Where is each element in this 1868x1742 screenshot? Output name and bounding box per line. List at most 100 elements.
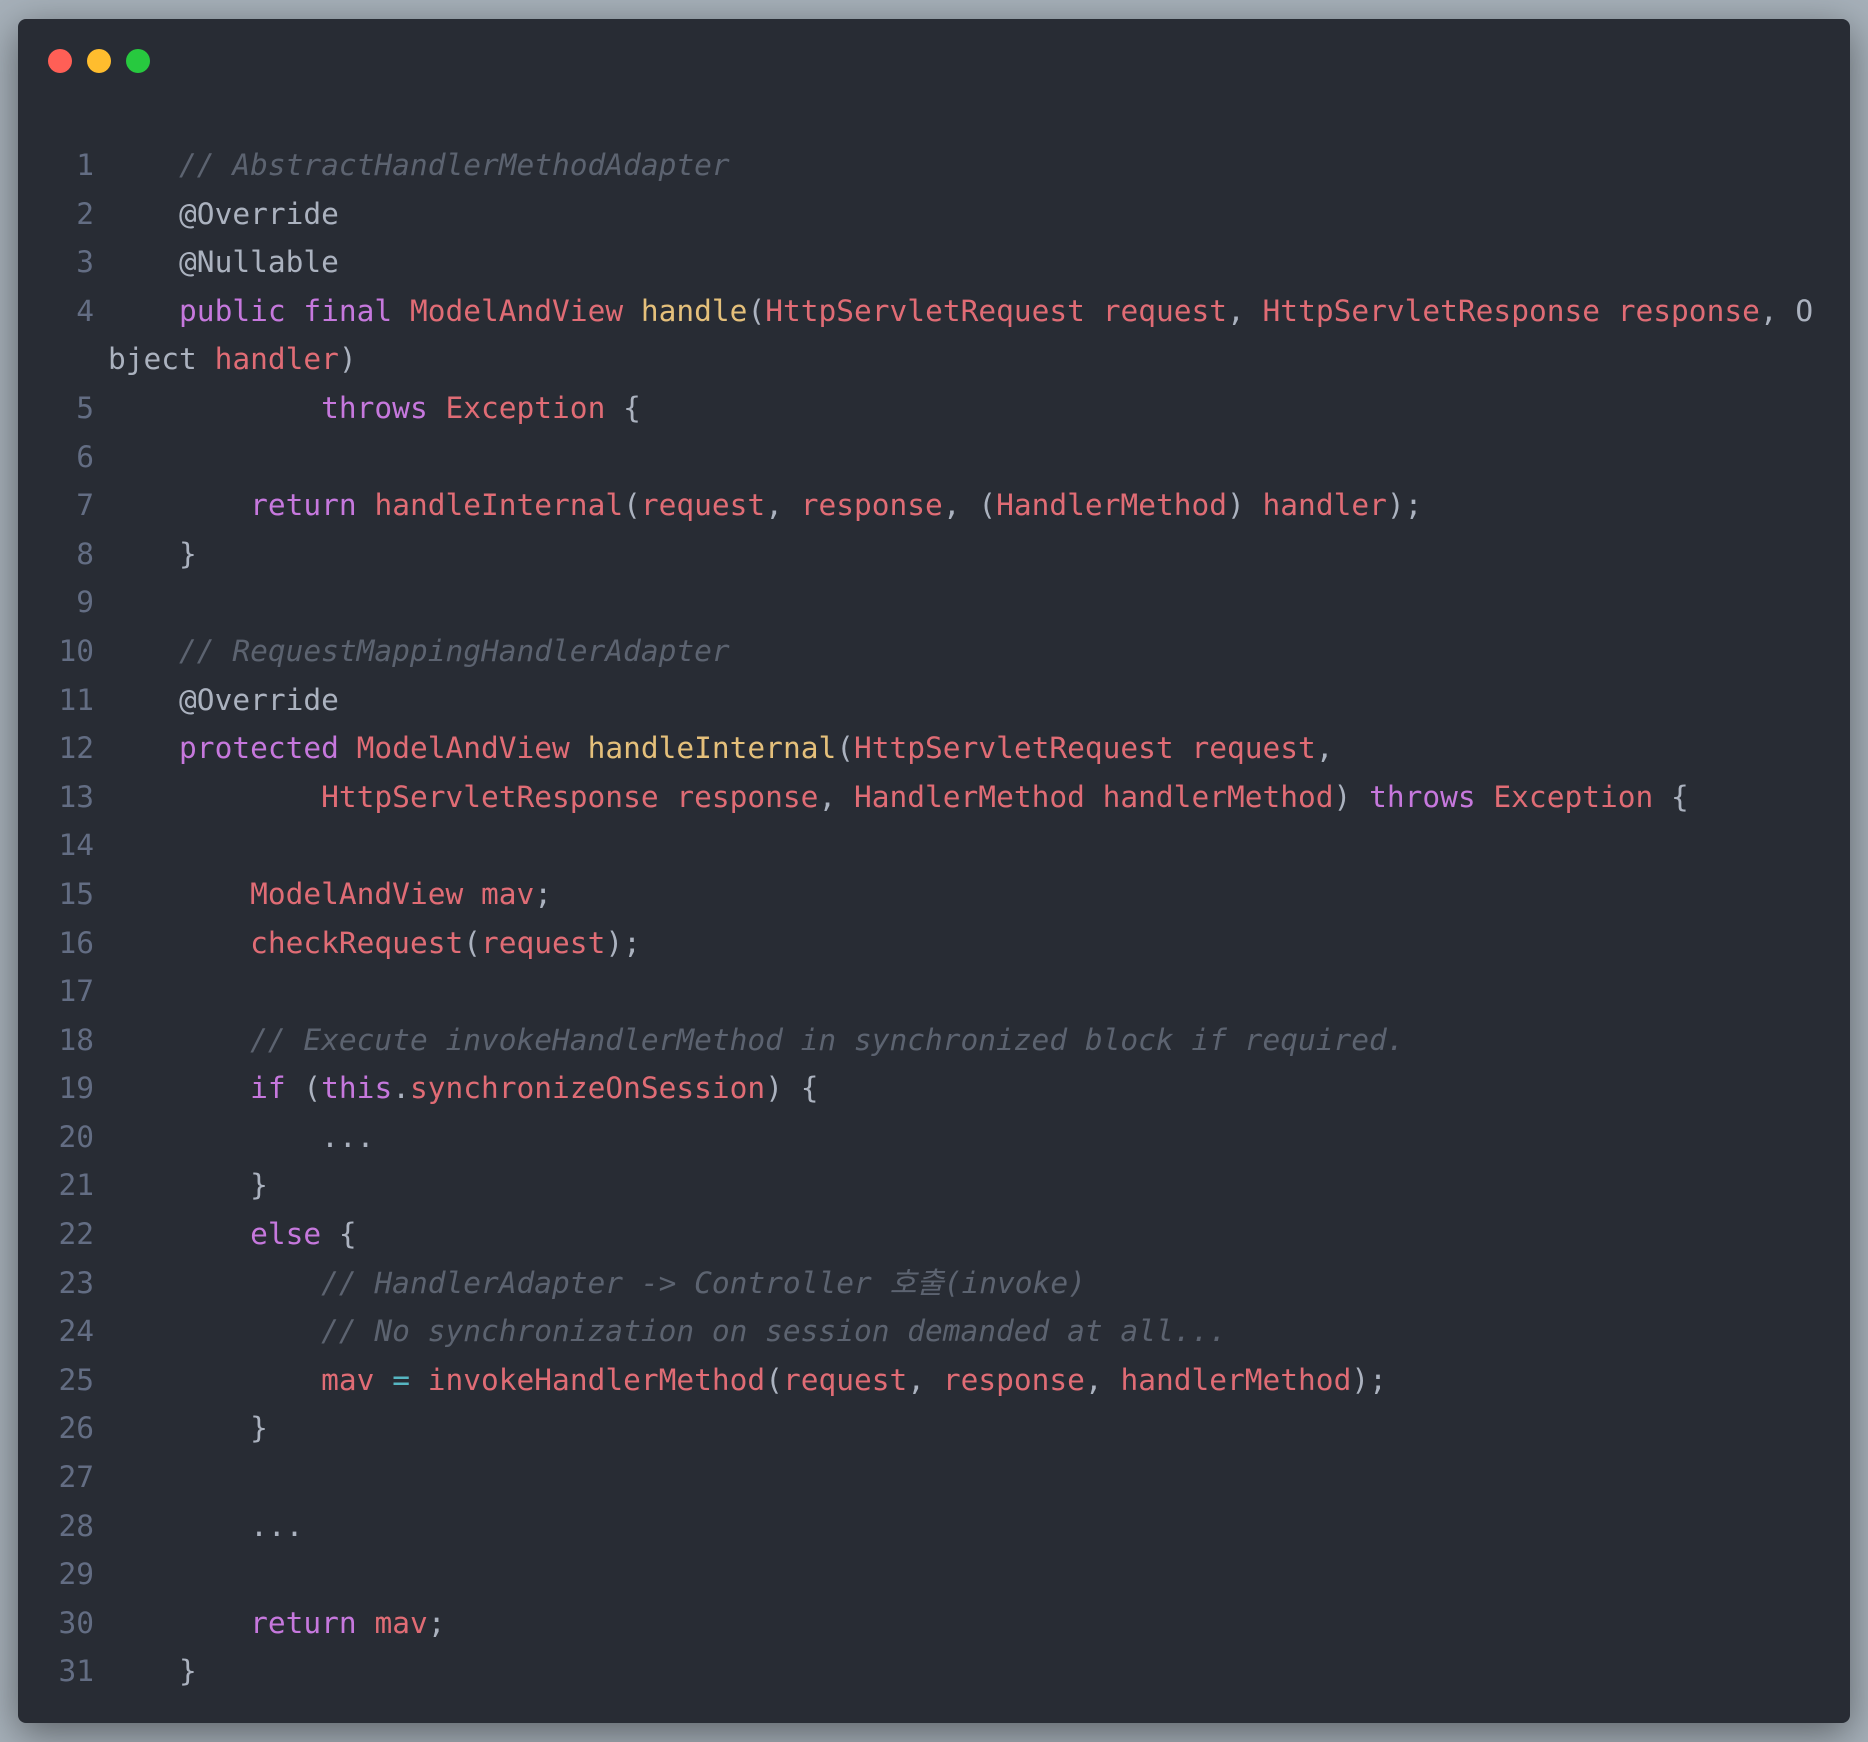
code-text: return mav; (108, 1599, 446, 1648)
line-number: 24 (58, 1314, 94, 1349)
code-token: ModelAndView (250, 876, 464, 911)
code-block: 1 // AbstractHandlerMethodAdapter 2 @Over… (18, 141, 1850, 1696)
code-text: protected ModelAndView handleInternal(Ht… (108, 724, 1334, 773)
line-number: 4 (76, 293, 94, 328)
code-line: 14 (18, 821, 1850, 870)
code-line: 22 else { (18, 1210, 1850, 1259)
code-token: // HandlerAdapter -> Controller 호출(invok… (321, 1265, 1086, 1300)
code-line: 4 public final ModelAndView handle(HttpS… (18, 287, 1850, 384)
code-token: ; (427, 1605, 446, 1640)
code-token: protected (179, 731, 339, 766)
minimize-icon[interactable] (87, 49, 111, 73)
code-token: ); (1351, 1362, 1387, 1397)
code-token: handlerMethod (1102, 779, 1334, 814)
code-token: handler (214, 342, 339, 377)
code-token: ) { (765, 1071, 819, 1106)
code-token: ( (463, 925, 481, 960)
code-text: else { (108, 1210, 357, 1259)
code-text: @Override (108, 676, 339, 725)
code-line: 25 mav = invokeHandlerMethod(request, re… (18, 1356, 1850, 1405)
code-line: 3 @Nullable (18, 238, 1850, 287)
code-line: 23 // HandlerAdapter -> Controller 호출(in… (18, 1259, 1850, 1308)
code-token: HttpServletResponse (321, 779, 659, 814)
code-token: ( (623, 488, 641, 523)
code-text: // RequestMappingHandlerAdapter (108, 627, 730, 676)
code-line: 27 (18, 1453, 1850, 1502)
code-line: 18 // Execute invokeHandlerMethod in syn… (18, 1016, 1850, 1065)
line-number: 26 (58, 1411, 94, 1446)
code-token: request (1191, 731, 1316, 766)
code-token: ( (836, 731, 854, 766)
code-token: invokeHandlerMethod (427, 1362, 766, 1397)
code-line: 28 ... (18, 1502, 1850, 1551)
code-token: ); (605, 925, 641, 960)
code-token: handleInternal (374, 488, 624, 523)
code-text: // Execute invokeHandlerMethod in synchr… (108, 1016, 1404, 1065)
line-number: 29 (58, 1557, 94, 1592)
code-token: request (782, 1362, 908, 1397)
code-text: // AbstractHandlerMethodAdapter (108, 141, 730, 190)
line-number: 23 (58, 1265, 94, 1300)
code-token: throws (321, 390, 428, 425)
code-token: ) (1333, 779, 1370, 814)
code-line: 9 (18, 578, 1850, 627)
code-line: 26 } (18, 1404, 1850, 1453)
code-token: ( (747, 293, 766, 328)
code-token: , (1227, 293, 1263, 328)
code-line: 2 @Override (18, 190, 1850, 239)
maximize-icon[interactable] (126, 49, 150, 73)
code-token: request (640, 488, 766, 523)
code-token: HttpServletRequest (765, 293, 1085, 328)
line-number: 11 (58, 682, 94, 717)
code-token: ModelAndView (409, 293, 624, 328)
code-token: Exception (445, 390, 606, 425)
code-token: response (800, 488, 943, 523)
code-token: // RequestMappingHandlerAdapter (179, 633, 730, 668)
line-number: 8 (76, 536, 94, 571)
code-line: 15 ModelAndView mav; (18, 870, 1850, 919)
code-token: @Override (108, 682, 339, 717)
code-token: } (108, 1411, 268, 1446)
line-number: 10 (58, 633, 94, 668)
code-token: throws (1369, 779, 1476, 814)
code-text: @Nullable (108, 238, 339, 287)
line-number: 3 (76, 245, 94, 280)
code-line: 31 } (18, 1647, 1850, 1696)
code-token: handleInternal (587, 731, 837, 766)
code-token: handlerMethod (1120, 1362, 1352, 1397)
code-token: response (942, 1362, 1085, 1397)
line-number: 21 (58, 1168, 94, 1203)
code-token: HandlerMethod (853, 779, 1085, 814)
code-text: ... (108, 1113, 374, 1162)
code-token: public (179, 293, 286, 328)
code-token: = (392, 1362, 410, 1397)
close-icon[interactable] (48, 49, 72, 73)
code-token: ; (534, 876, 553, 911)
code-text: } (108, 1404, 268, 1453)
code-token: response (676, 779, 819, 814)
code-token: , (1315, 731, 1334, 766)
code-token: ... (108, 1119, 375, 1154)
code-token: request (1102, 293, 1228, 328)
code-line: 13 HttpServletResponse response, Handler… (18, 773, 1850, 822)
line-number: 7 (76, 488, 94, 523)
line-number: 30 (58, 1605, 94, 1640)
code-token: HttpServletResponse (1262, 293, 1600, 328)
code-token: handle (640, 293, 748, 328)
code-token: Exception (1493, 779, 1654, 814)
